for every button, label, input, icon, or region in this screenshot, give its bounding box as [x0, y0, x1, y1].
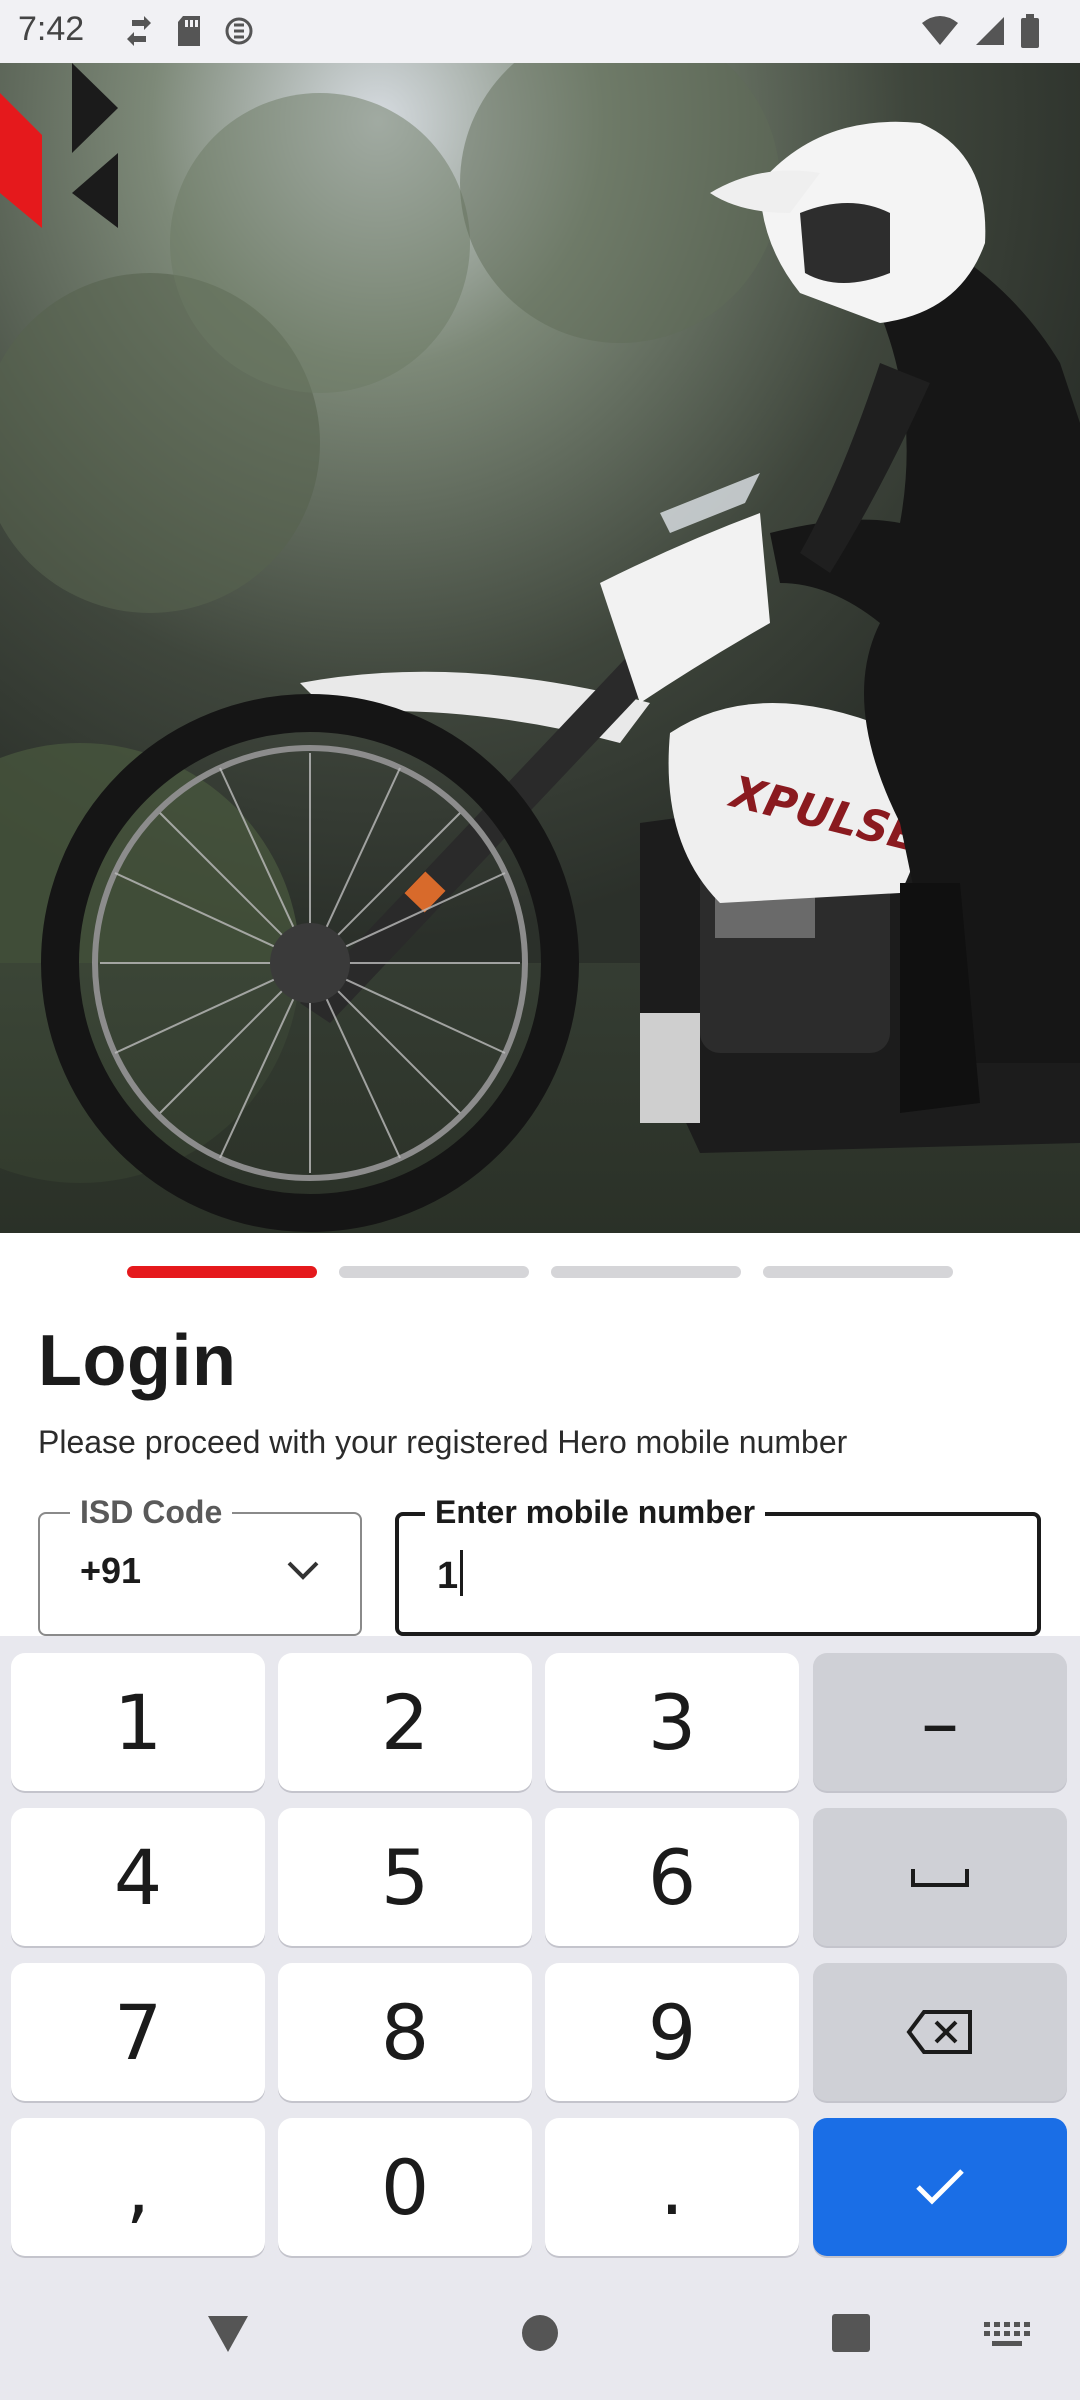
mobile-number-field[interactable]: Enter mobile number 1 [395, 1494, 1041, 1636]
status-bar: 7:42 [0, 0, 1080, 63]
pager-dot-2[interactable] [339, 1266, 529, 1278]
wifi-icon [922, 16, 958, 45]
key-dash[interactable]: – [813, 1653, 1067, 1791]
hero-brand-logo [0, 63, 118, 228]
chevron-down-icon[interactable] [286, 1560, 320, 1582]
key-backspace[interactable] [813, 1963, 1067, 2101]
signal-icon [976, 17, 1004, 45]
key-space[interactable] [813, 1808, 1067, 1946]
status-right-icons [920, 14, 1040, 48]
key-8[interactable]: 8 [278, 1963, 532, 2101]
home-icon[interactable] [521, 2314, 559, 2352]
key-6[interactable]: 6 [545, 1808, 799, 1946]
hero-image: XPULSE [0, 63, 1080, 1233]
mobile-number-label: Enter mobile number [425, 1494, 766, 1531]
keyboard-switch-icon[interactable] [984, 2322, 1030, 2348]
key-period[interactable]: . [545, 2118, 799, 2256]
key-0[interactable]: 0 [278, 2118, 532, 2256]
page-title: Login [38, 1321, 237, 1401]
pager-dot-4[interactable] [763, 1266, 953, 1278]
sync-icon [127, 16, 151, 46]
checkmark-icon [916, 2169, 964, 2205]
key-5[interactable]: 5 [278, 1808, 532, 1946]
space-icon [911, 1869, 969, 1887]
mobile-number-value: 1 [437, 1555, 459, 1597]
status-left-icons [124, 14, 254, 48]
mobile-number-input[interactable]: 1 [437, 1550, 464, 1598]
isd-code-dropdown[interactable]: ISD Code +91 [38, 1494, 362, 1636]
key-2[interactable]: 2 [278, 1653, 532, 1791]
carousel-pager [127, 1266, 953, 1278]
key-9[interactable]: 9 [545, 1963, 799, 2101]
isd-code-label: ISD Code [70, 1494, 233, 1531]
key-4[interactable]: 4 [11, 1808, 265, 1946]
key-comma[interactable]: , [11, 2118, 265, 2256]
isd-code-value: +91 [80, 1550, 142, 1591]
recents-icon[interactable] [832, 2314, 870, 2352]
key-done[interactable] [813, 2118, 1067, 2256]
battery-icon [1021, 14, 1039, 48]
backspace-icon [906, 2010, 972, 2054]
system-nav-bar [0, 2276, 1080, 2400]
login-subtitle: Please proceed with your registered Hero… [38, 1424, 848, 1460]
sd-card-icon [178, 16, 200, 46]
vpn-icon [225, 17, 253, 45]
pager-dot-3[interactable] [551, 1266, 741, 1278]
motorcycle-rider-illustration: XPULSE [0, 63, 1080, 1233]
text-caret [460, 1550, 464, 1596]
back-icon[interactable] [206, 2314, 250, 2354]
pager-dot-1[interactable] [127, 1266, 317, 1278]
status-time: 7:42 [18, 10, 85, 48]
key-1[interactable]: 1 [11, 1653, 265, 1791]
key-7[interactable]: 7 [11, 1963, 265, 2101]
numeric-keyboard: 1 2 3 – 4 5 6 7 8 9 , 0 . [0, 1636, 1080, 2276]
key-3[interactable]: 3 [545, 1653, 799, 1791]
